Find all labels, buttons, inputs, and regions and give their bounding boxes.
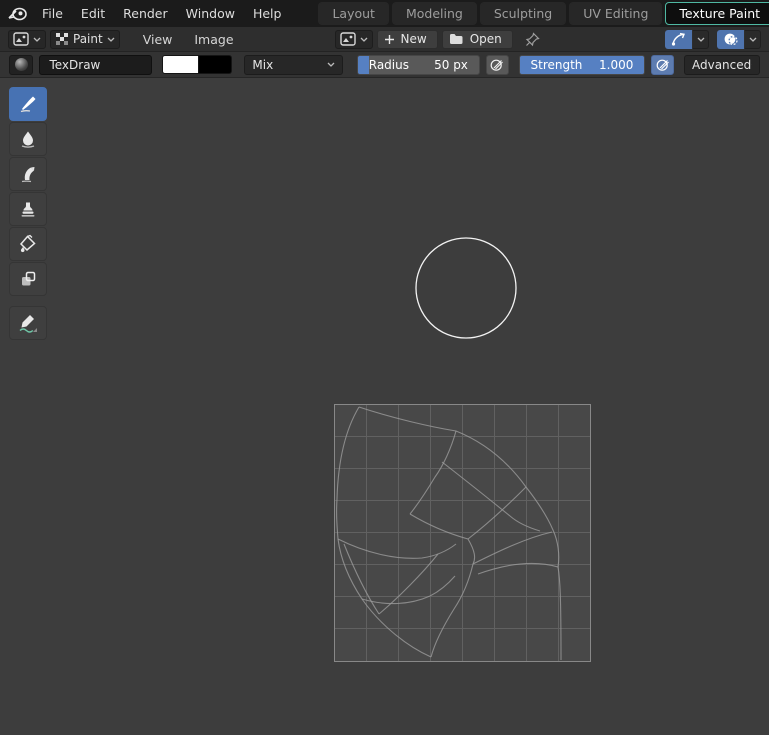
tab-texture-paint[interactable]: Texture Paint [665, 2, 769, 25]
strength-label: Strength [531, 58, 583, 72]
blend-mode-value: Mix [252, 58, 273, 72]
menu-edit[interactable]: Edit [72, 6, 114, 21]
smear-icon [18, 164, 38, 184]
tab-sculpting[interactable]: Sculpting [480, 2, 566, 25]
image-editor-icon [13, 32, 29, 46]
new-button-label: New [401, 32, 427, 46]
mode-dropdown[interactable]: Paint [50, 30, 120, 49]
brush-preview-button[interactable] [9, 55, 33, 75]
topbar: File Edit Render Window Help Layout Mode… [0, 0, 769, 27]
brush-cursor [415, 237, 517, 342]
menu-window[interactable]: Window [177, 6, 244, 21]
tool-column [9, 87, 47, 340]
chevron-down-icon [327, 62, 335, 67]
paint-mode-icon [55, 32, 69, 46]
blender-logo-icon[interactable] [8, 5, 27, 23]
brush-name-field[interactable]: TexDraw [39, 55, 152, 75]
draw-brush-icon [18, 94, 38, 114]
tool-soften[interactable] [9, 122, 47, 156]
clone-stamp-icon [18, 199, 38, 219]
gizmo-dropdown[interactable] [693, 30, 709, 49]
plus-icon [384, 34, 395, 45]
menu-view[interactable]: View [134, 32, 182, 47]
gizmo-toggle-group [665, 30, 709, 49]
tool-annotate[interactable] [9, 306, 47, 340]
brush-sphere-icon [15, 58, 28, 71]
strength-value: 1.000 [599, 58, 633, 72]
tool-clone[interactable] [9, 192, 47, 226]
chevron-down-icon [360, 37, 368, 42]
background-color-swatch[interactable] [199, 55, 232, 74]
pin-icon[interactable] [525, 32, 540, 47]
open-button-label: Open [470, 32, 502, 46]
menu-file[interactable]: File [33, 6, 72, 21]
radius-slider-fill [358, 56, 369, 74]
tool-settings-bar: TexDraw Mix Radius 50 px Strength 1.000 … [0, 52, 769, 78]
pressure-icon [656, 58, 670, 72]
show-overlays-toggle[interactable] [717, 30, 744, 49]
radius-label: Radius [369, 58, 409, 72]
tab-layout[interactable]: Layout [318, 2, 389, 25]
new-image-button[interactable]: New [377, 30, 438, 49]
radius-value: 50 px [434, 58, 468, 72]
browse-image-icon [340, 32, 356, 46]
chevron-down-icon [107, 37, 115, 42]
soften-droplet-icon [18, 129, 38, 149]
folder-icon [449, 33, 464, 45]
show-gizmo-toggle[interactable] [665, 30, 692, 49]
advanced-label: Advanced [692, 58, 751, 72]
overlays-toggle-group [717, 30, 761, 49]
fill-bucket-icon [18, 234, 38, 254]
radius-pressure-toggle[interactable] [486, 55, 509, 75]
pressure-icon [490, 58, 504, 72]
image-editor-header: Paint View Image New Open [0, 27, 769, 52]
tool-smear[interactable] [9, 157, 47, 191]
menu-image[interactable]: Image [185, 32, 242, 47]
image-editor-canvas[interactable] [0, 79, 769, 735]
mode-label: Paint [73, 32, 103, 46]
brush-name: TexDraw [49, 58, 100, 72]
tab-uv-editing[interactable]: UV Editing [569, 2, 662, 25]
overlays-dropdown[interactable] [745, 30, 761, 49]
mask-icon [18, 269, 38, 289]
blend-mode-dropdown[interactable]: Mix [244, 55, 342, 75]
tool-fill[interactable] [9, 227, 47, 261]
browse-image-button[interactable] [335, 30, 373, 49]
menu-help[interactable]: Help [244, 6, 291, 21]
editor-type-button[interactable] [8, 30, 46, 49]
workspace-tabs: Layout Modeling Sculpting UV Editing Tex… [318, 0, 769, 27]
tool-mask[interactable] [9, 262, 47, 296]
tool-draw[interactable] [9, 87, 47, 121]
open-image-button[interactable]: Open [442, 30, 513, 49]
chevron-down-icon [749, 37, 757, 42]
texture-image[interactable] [334, 404, 591, 665]
strength-slider[interactable]: Strength 1.000 [519, 55, 646, 75]
advanced-dropdown[interactable]: Advanced [684, 55, 760, 75]
chevron-down-icon [33, 37, 41, 42]
strength-pressure-toggle[interactable] [651, 55, 674, 75]
gizmo-icon [671, 32, 686, 46]
tab-modeling[interactable]: Modeling [392, 2, 477, 25]
chevron-down-icon [751, 62, 752, 67]
overlays-icon [723, 32, 738, 46]
annotate-pen-icon [17, 312, 39, 334]
menu-render[interactable]: Render [114, 6, 177, 21]
color-swatches [162, 55, 232, 74]
foreground-color-swatch[interactable] [162, 55, 199, 74]
header-toggles [665, 30, 761, 49]
radius-slider[interactable]: Radius 50 px [357, 55, 480, 75]
chevron-down-icon [697, 37, 705, 42]
